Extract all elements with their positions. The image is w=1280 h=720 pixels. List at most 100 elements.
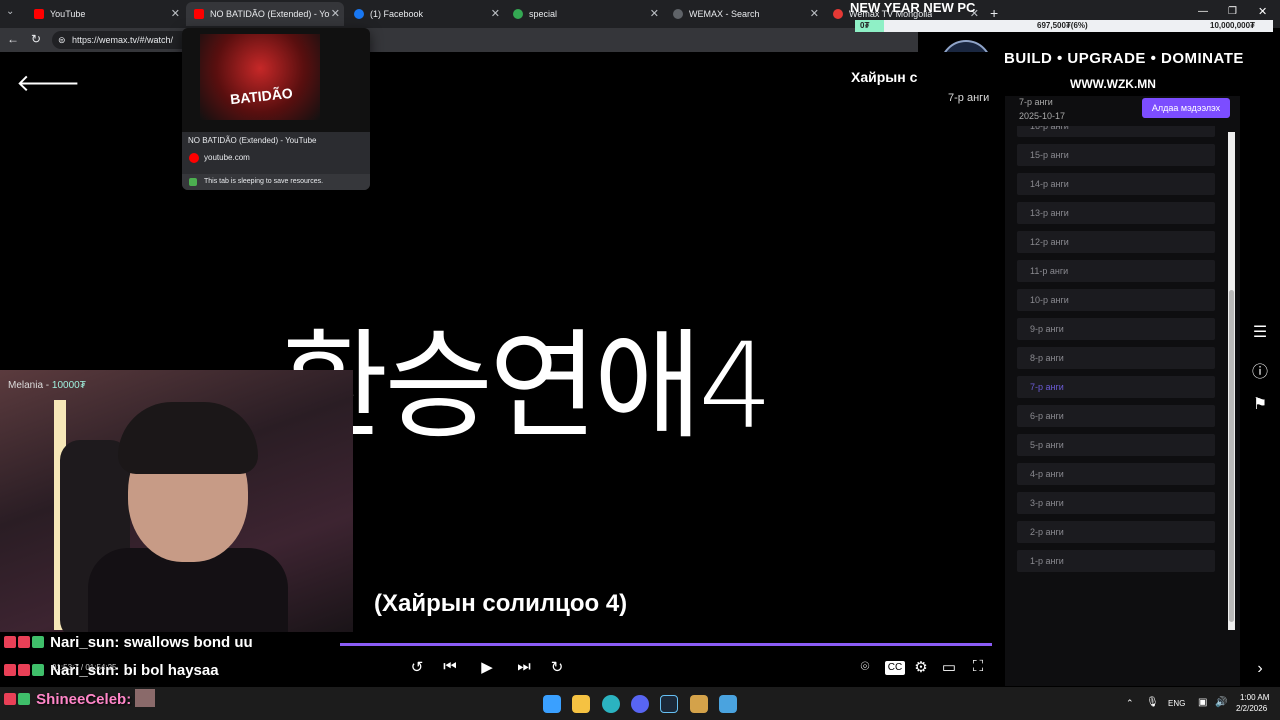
- rewind-10-icon[interactable]: ↺: [407, 658, 427, 676]
- back-nav-icon[interactable]: ←: [7, 32, 19, 46]
- minimize-icon[interactable]: —: [1198, 6, 1208, 17]
- episode-item[interactable]: 8-р анги: [1017, 347, 1215, 369]
- progress-start-label: 0₮: [860, 21, 870, 30]
- back-arrow-icon[interactable]: 🡐: [16, 68, 80, 98]
- tab-label: NO BATIDÃO (Extended) - YouTube: [210, 9, 330, 19]
- clock-time[interactable]: 1:00 AM: [1240, 693, 1269, 702]
- close-tab-icon[interactable]: ✕: [810, 7, 819, 20]
- episode-item[interactable]: 16-р анги: [1017, 126, 1215, 137]
- heart-badge-icon: [18, 664, 30, 676]
- tab-wemax-search[interactable]: WEMAX - Search ✕: [665, 2, 823, 26]
- episode-list: 16-р анги 15-р анги 14-р анги 13-р анги 12-р…: [1017, 126, 1215, 634]
- progress-current-label: 697,500₮(6%): [1037, 21, 1088, 30]
- clock-date[interactable]: 2/2/2026: [1236, 704, 1267, 713]
- close-window-icon[interactable]: ✕: [1258, 5, 1267, 18]
- fullscreen-icon[interactable]: ⛶: [968, 658, 988, 675]
- close-tab-icon[interactable]: ✕: [491, 7, 500, 20]
- youtube-favicon-icon: [194, 9, 204, 19]
- episode-item[interactable]: 9-р анги: [1017, 318, 1215, 340]
- episode-item[interactable]: 5-р анги: [1017, 434, 1215, 456]
- donation-label: Melania - 10000₮: [8, 380, 86, 391]
- episode-list-scrollbar[interactable]: [1228, 132, 1235, 630]
- episode-item[interactable]: 4-р анги: [1017, 463, 1215, 485]
- episode-item[interactable]: 1-р анги: [1017, 550, 1215, 572]
- next-episode-icon[interactable]: ⏭: [514, 658, 534, 675]
- preview-thumbnail: BATIDÃO: [182, 28, 370, 132]
- level-badge-icon: [32, 636, 44, 648]
- seek-bar[interactable]: [340, 643, 992, 646]
- preview-sleep-status: This tab is sleeping to save resources.: [182, 174, 370, 190]
- address-bar-row: ← ↻ ⊜ https://wemax.tv/#/watch/: [0, 28, 918, 52]
- episode-item[interactable]: 15-р анги: [1017, 144, 1215, 166]
- play-icon[interactable]: ▶: [477, 658, 497, 676]
- wemax-favicon-icon: [833, 9, 843, 19]
- tab-list-dropdown-icon[interactable]: ⌄: [6, 6, 14, 17]
- donor-name: Melania -: [8, 380, 50, 391]
- episode-item[interactable]: 13-р анги: [1017, 202, 1215, 224]
- show-logo: 환승연애4: [280, 317, 773, 455]
- episode-item[interactable]: 10-р анги: [1017, 289, 1215, 311]
- info-icon[interactable]: ⓘ: [1240, 358, 1280, 382]
- bookmark-icon[interactable]: ⚑: [1240, 394, 1280, 414]
- search-favicon-icon: [673, 9, 683, 19]
- tab-facebook[interactable]: (1) Facebook ✕: [346, 2, 504, 26]
- captions-icon[interactable]: CC: [885, 661, 905, 675]
- episode-item[interactable]: 11-р анги: [1017, 260, 1215, 282]
- episode-item[interactable]: 14-р анги: [1017, 173, 1215, 195]
- preview-thumbnail-art: [200, 34, 320, 120]
- edge-browser-icon[interactable]: [602, 695, 620, 713]
- tab-special[interactable]: special ✕: [505, 2, 663, 26]
- episode-item[interactable]: 12-р анги: [1017, 231, 1215, 253]
- sub-badge-icon: [4, 664, 16, 676]
- tab-no-batidao[interactable]: NO BATIDÃO (Extended) - YouTube ✕: [186, 2, 344, 26]
- tray-overflow-icon[interactable]: ⌃: [1126, 698, 1134, 709]
- close-tab-icon[interactable]: ✕: [331, 7, 340, 20]
- notepad-icon[interactable]: [719, 695, 737, 713]
- forward-10-icon[interactable]: ↻: [547, 658, 567, 676]
- close-tab-icon[interactable]: ✕: [650, 7, 659, 20]
- settings-gear-icon[interactable]: ⚙: [911, 658, 931, 676]
- new-year-banner: NEW YEAR NEW PC: [850, 0, 976, 15]
- site-info-icon[interactable]: ⊜: [58, 31, 66, 49]
- sponsor-url: WWW.WZK.MN: [1070, 77, 1156, 91]
- sub-badge-icon: [4, 636, 16, 648]
- screenshot-icon[interactable]: ⌾: [855, 658, 875, 675]
- chat-username: Nari_sun:: [50, 634, 120, 651]
- episode-item[interactable]: 7-р анги: [1017, 376, 1215, 398]
- episode-item[interactable]: 2-р анги: [1017, 521, 1215, 543]
- episode-date: 2025-10-17: [1019, 111, 1066, 121]
- theater-mode-icon[interactable]: ▭: [939, 658, 959, 676]
- sponsor-slogan: BUILD • UPGRADE • DOMINATE: [1004, 50, 1244, 67]
- youtube-favicon-icon: [189, 153, 199, 163]
- google-favicon-icon: [513, 9, 523, 19]
- video-episode-label: 7-р анги: [948, 92, 990, 104]
- volume-icon[interactable]: 🔊: [1215, 697, 1227, 708]
- reload-icon[interactable]: ↻: [31, 32, 41, 46]
- windows-start-icon[interactable]: [543, 695, 561, 713]
- tab-youtube[interactable]: YouTube ✕: [26, 2, 184, 26]
- obs-app-icon[interactable]: [690, 695, 708, 713]
- chevron-right-icon[interactable]: ›: [1240, 660, 1280, 678]
- file-explorer-icon[interactable]: [572, 695, 590, 713]
- network-icon[interactable]: ▣: [1198, 697, 1207, 708]
- discord-icon[interactable]: [631, 695, 649, 713]
- microphone-icon[interactable]: 🎙: [1146, 697, 1159, 708]
- leaf-icon: [189, 178, 197, 186]
- current-episode-label: 7-р анги: [1019, 97, 1053, 107]
- episode-list-icon[interactable]: ☰: [1240, 322, 1280, 342]
- steam-icon[interactable]: [660, 695, 678, 713]
- episode-item[interactable]: 3-р анги: [1017, 492, 1215, 514]
- report-error-button[interactable]: Алдаа мэдээлэх: [1142, 98, 1230, 118]
- restore-icon[interactable]: ❐: [1228, 6, 1237, 17]
- heart-badge-icon: [4, 693, 16, 705]
- new-tab-button[interactable]: +: [990, 5, 998, 21]
- video-title: Хайрын с: [851, 69, 918, 85]
- episode-sidebar: 7-р анги 2025-10-17 Алдаа мэдээлэх 16-р …: [1005, 96, 1240, 686]
- language-indicator[interactable]: ENG: [1168, 699, 1185, 708]
- previous-episode-icon[interactable]: ⏮: [440, 658, 460, 675]
- youtube-favicon-icon: [34, 9, 44, 19]
- tab-label: special: [529, 9, 558, 19]
- scrollbar-thumb[interactable]: [1229, 290, 1234, 622]
- episode-item[interactable]: 6-р анги: [1017, 405, 1215, 427]
- close-tab-icon[interactable]: ✕: [171, 7, 180, 20]
